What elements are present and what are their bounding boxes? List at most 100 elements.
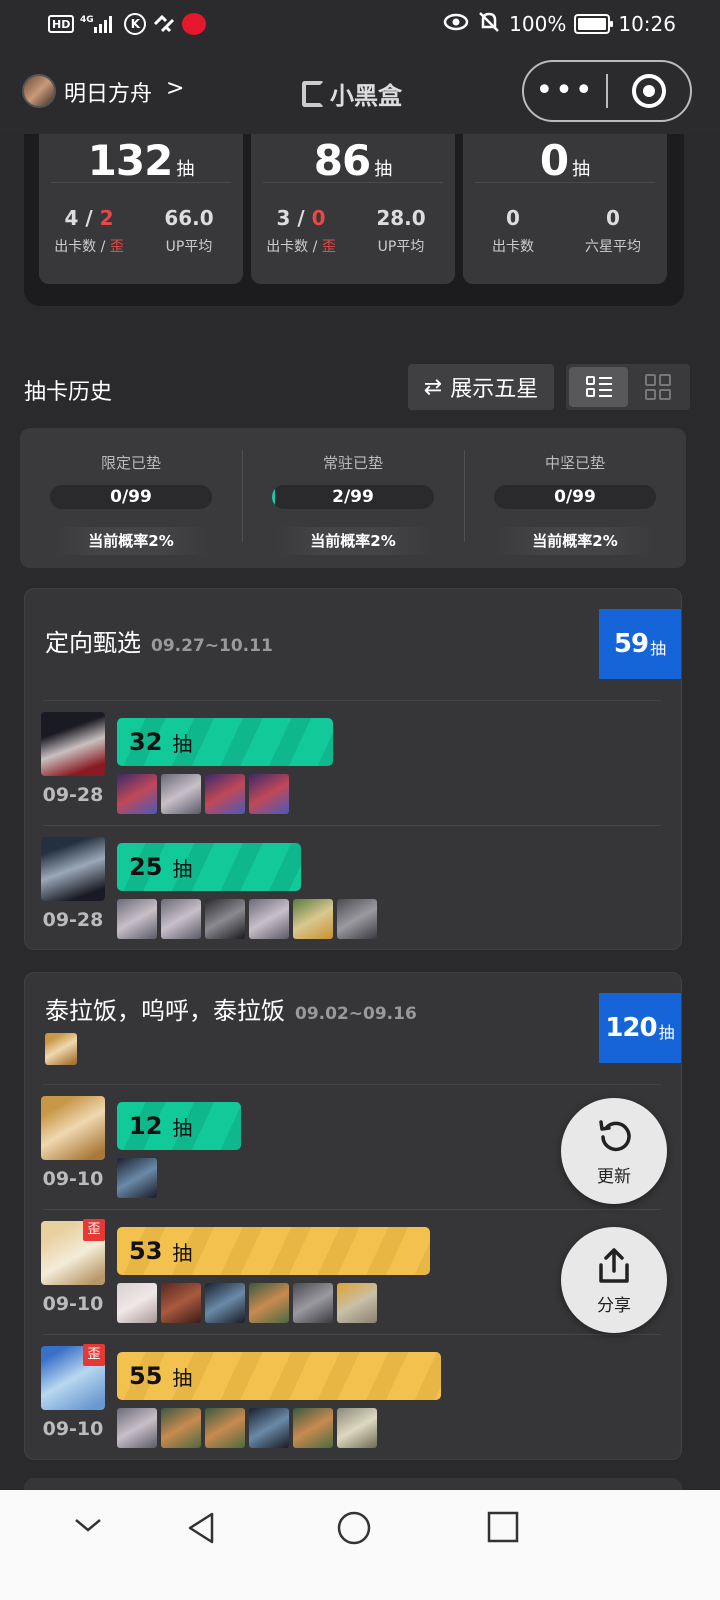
operator-icon — [249, 1283, 289, 1323]
total-pulls: 86 — [313, 136, 371, 185]
operator-icon — [117, 1283, 157, 1323]
operator-avatar — [41, 837, 105, 901]
current-rate: 当前概率2% — [496, 527, 654, 555]
operator-icon — [205, 899, 245, 939]
banner-card: 泰拉饭，呜呼，泰拉饭 09.02~09.16 120 抽 09-10 12 抽 歪 0… — [24, 972, 682, 1460]
operator-icon — [117, 1158, 157, 1198]
pull-count-bar: 32 抽 — [117, 718, 333, 766]
grid-view-button[interactable] — [628, 367, 687, 407]
operator-icon — [337, 1408, 377, 1448]
banner-title: 泰拉饭，呜呼，泰拉饭 09.02~09.16 — [45, 997, 417, 1025]
operator-icon — [337, 1283, 377, 1323]
banner-operator-icon — [45, 1033, 77, 1065]
pity-progress-bar: 0/99 — [50, 485, 212, 509]
pull-record[interactable]: 09-28 25 抽 — [25, 825, 681, 951]
operator-icon — [117, 1408, 157, 1448]
five-star-list — [117, 899, 377, 939]
pull-count-bar: 25 抽 — [117, 843, 301, 891]
view-toggle — [566, 364, 690, 410]
app-logo: 小黑盒 — [302, 76, 402, 111]
pull-record[interactable]: 09-28 32 抽 — [25, 700, 681, 826]
signal-icon: 4G — [80, 13, 118, 35]
total-pulls: 0 — [539, 136, 569, 185]
current-rate: 当前概率2% — [274, 527, 432, 555]
refresh-button[interactable]: 更新 — [561, 1098, 667, 1204]
five-star-list — [117, 1408, 377, 1448]
share-button[interactable]: 分享 — [561, 1227, 667, 1333]
chevron-right-icon[interactable]: > — [166, 76, 184, 101]
history-title: 抽卡历史 — [24, 380, 113, 405]
hd-icon: HD — [48, 15, 75, 33]
close-mini-program-button[interactable] — [608, 74, 690, 108]
six-star-average: 0 — [606, 206, 620, 230]
operator-avatar — [41, 1096, 105, 1160]
recents-icon[interactable] — [486, 1510, 520, 1544]
banner-dates: 09.02~09.16 — [295, 1004, 417, 1024]
collapse-chevron-icon[interactable] — [72, 1510, 104, 1542]
back-icon[interactable] — [184, 1510, 220, 1546]
operator-icon — [161, 1408, 201, 1448]
operator-icon — [249, 1408, 289, 1448]
operator-icon — [293, 899, 333, 939]
pull-count-bar: 53 抽 — [117, 1227, 430, 1275]
summary-limited: 132 抽 4 / 2 出卡数 / 歪 66.0 UP平均 — [39, 134, 243, 284]
operator-icon — [117, 899, 157, 939]
battery-icon — [574, 14, 614, 34]
share-icon — [599, 1247, 629, 1283]
operator-icon — [161, 1283, 201, 1323]
total-pulls: 132 — [87, 136, 174, 185]
home-icon[interactable] — [336, 1510, 372, 1546]
refresh-icon — [599, 1119, 631, 1151]
operator-icon — [205, 1408, 245, 1448]
pity-progress-bar: 2/99 — [272, 485, 434, 509]
banner-total-badge: 59 抽 — [599, 609, 681, 679]
list-icon — [585, 375, 612, 399]
list-view-button[interactable] — [569, 367, 628, 407]
game-title[interactable]: 明日方舟 — [64, 76, 152, 108]
battery-percent: 100% — [509, 12, 567, 36]
pity-limited: 限定已垫 0/99 当前概率2% — [20, 428, 242, 568]
summary-card: 132 抽 4 / 2 出卡数 / 歪 66.0 UP平均 86 抽 3 / 0 出… — [24, 134, 684, 306]
pull-count-bar: 12 抽 — [117, 1102, 241, 1150]
operator-icon — [249, 899, 289, 939]
banner-total-badge: 120 抽 — [599, 993, 681, 1063]
pity-standard: 常驻已垫 2/99 当前概率2% — [242, 428, 464, 568]
more-icon[interactable]: ••• — [524, 76, 606, 106]
five-star-list — [117, 1283, 377, 1323]
operator-icon — [161, 899, 201, 939]
heybox-logo-icon — [302, 80, 324, 107]
current-rate: 当前概率2% — [52, 527, 210, 555]
link-app-icon — [152, 13, 176, 35]
grid-icon — [644, 374, 671, 400]
swap-icon: ⇄ — [423, 374, 443, 400]
mute-bell-icon — [477, 11, 501, 38]
banner-card: 定向甄选 09.27~10.11 59 抽 09-28 32 抽 09-28 25 抽 — [24, 588, 682, 950]
nav-bar: 明日方舟 > 小黑盒 ••• — [0, 48, 720, 134]
pull-record[interactable]: 歪 09-10 55 抽 — [25, 1334, 681, 1460]
banner-title: 定向甄选 09.27~10.11 — [45, 629, 273, 657]
operator-icon — [337, 899, 377, 939]
system-nav-bar — [0, 1490, 720, 1600]
mini-program-capsule: ••• — [522, 60, 692, 122]
operator-avatar — [41, 712, 105, 776]
target-icon — [632, 74, 666, 108]
pull-count-bar: 55 抽 — [117, 1352, 441, 1400]
game-avatar[interactable] — [22, 74, 56, 108]
svg-text:4G: 4G — [80, 15, 94, 25]
app-name: 小黑盒 — [330, 82, 402, 110]
summary-core: 0抽 0 出卡数 0 六星平均 — [463, 134, 667, 284]
five-star-list — [117, 774, 289, 814]
off-banner-tag: 歪 — [83, 1344, 105, 1366]
k-app-icon: K — [124, 13, 147, 35]
summary-standard: 86 抽 3 / 0 出卡数 / 歪 28.0 UP平均 — [251, 134, 455, 284]
operator-icon — [117, 774, 157, 814]
five-star-list — [117, 1158, 157, 1198]
operator-icon — [293, 1408, 333, 1448]
operator-icon — [205, 774, 245, 814]
up-average: 28.0 — [376, 206, 426, 230]
pity-progress-bar: 0/99 — [494, 485, 656, 509]
show-five-star-button[interactable]: ⇄ 展示五星 — [408, 364, 554, 410]
clock: 10:26 — [618, 12, 676, 36]
weibo-icon — [182, 13, 207, 35]
banner-dates: 09.27~10.11 — [151, 636, 273, 656]
